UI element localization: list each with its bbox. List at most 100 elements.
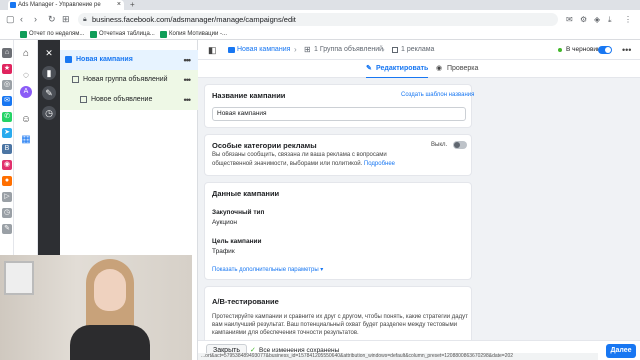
back-icon[interactable]: ‹: [20, 13, 23, 25]
browser-toolbar: ▢ ‹ › ↻ ⊞ 🔒︎ business.facebook.com/adsma…: [0, 10, 640, 29]
tree-item-ad-group[interactable]: Новая группа объявлений •••: [60, 70, 198, 90]
favorites-icon[interactable]: ★: [2, 64, 12, 74]
status-dot-icon: [558, 48, 562, 52]
presenter-face: [94, 269, 126, 311]
menu-icon[interactable]: ⋮: [624, 14, 632, 25]
ab-test-title: A/B-тестирование: [212, 297, 279, 306]
bookmark-item[interactable]: Отчетная таблица...: [90, 30, 155, 39]
status-badge: В черновике: [558, 40, 604, 60]
crumb-ad-group[interactable]: ⊞ 1 Группа объявлений: [304, 40, 383, 60]
special-categories-title: Особые категории рекламы: [212, 141, 317, 150]
eye-icon: ◉: [436, 65, 443, 72]
learn-more-link[interactable]: Подробнее: [364, 161, 395, 167]
campaign-data-title: Данные кампании: [212, 189, 280, 198]
browser-tab[interactable]: Ads Manager - Управление ре ×: [8, 0, 124, 10]
special-categories-toggle[interactable]: [453, 141, 467, 149]
sheets-icon: [20, 31, 27, 38]
more-icon[interactable]: •••: [184, 50, 192, 70]
ad-square-icon: [392, 47, 398, 53]
folder-icon: [228, 47, 235, 53]
collections-icon[interactable]: ◎: [2, 80, 12, 90]
crumb-ad[interactable]: 1 рекламa: [392, 40, 434, 60]
tab-close-icon[interactable]: ×: [117, 0, 121, 10]
forward-icon[interactable]: ›: [34, 13, 37, 25]
tab-edit[interactable]: ✎ Редактировать: [366, 60, 429, 79]
tree-item-campaign[interactable]: Новая кампания •••: [60, 50, 198, 70]
tree-campaign-label: Новая кампания: [76, 56, 133, 63]
edit-pencil-icon[interactable]: ✎: [42, 86, 56, 100]
sidebar-toggle-icon[interactable]: ▢: [6, 13, 15, 25]
next-button[interactable]: Далее: [606, 344, 636, 358]
grid-icon: ⊞: [304, 45, 311, 54]
bookmark-label: Отчет по неделям...: [29, 31, 85, 37]
picture-frame: [4, 261, 34, 295]
more-icon[interactable]: •••: [184, 90, 192, 110]
purchase-type-value[interactable]: Аукцион: [212, 219, 237, 226]
vk-icon[interactable]: В: [2, 144, 12, 154]
extension-icon[interactable]: ◈: [594, 14, 600, 25]
pencil-icon: ✎: [366, 65, 372, 72]
telegram-icon[interactable]: ➤: [2, 128, 12, 138]
folder-icon: [65, 56, 72, 63]
address-bar[interactable]: 🔒︎ business.facebook.com/adsmanager/mana…: [78, 13, 558, 26]
chart-icon[interactable]: ▮: [42, 66, 56, 80]
meta-home-icon[interactable]: ⌂: [20, 48, 32, 60]
settings-icon[interactable]: ⚙: [580, 14, 587, 25]
more-icon[interactable]: •••: [184, 70, 192, 90]
home-icon[interactable]: ⌂: [2, 48, 12, 58]
campaign-name-input[interactable]: Новая кампания: [212, 107, 466, 121]
table-grid-icon[interactable]: ▦: [20, 134, 32, 146]
campaign-name-title: Название кампании: [212, 91, 286, 100]
smile-icon[interactable]: ☺: [20, 114, 32, 126]
account-icon[interactable]: ◌: [20, 70, 32, 82]
tree-ad-label: Новое объявление: [91, 96, 153, 103]
crumb-campaign-label: Новая кампания: [237, 46, 291, 53]
chevron-right-icon: ›: [294, 45, 297, 54]
show-more-params-link[interactable]: Показать дополнительные параметры ▾: [212, 266, 323, 273]
tree-item-ad[interactable]: Новое объявление •••: [60, 90, 198, 110]
campaign-toggle[interactable]: [598, 46, 612, 54]
facebook-favicon-icon: [10, 2, 16, 8]
bookmark-item[interactable]: Отчет по неделям...: [20, 30, 84, 39]
browser-tab-bar: Ads Manager - Управление ре × +: [0, 0, 640, 10]
grid-icon: [72, 76, 79, 83]
crumb-campaign[interactable]: Новая кампания: [228, 40, 290, 60]
tabs-grid-icon[interactable]: ⊞: [62, 13, 70, 25]
mail-icon[interactable]: ✉: [566, 14, 573, 25]
more-icon[interactable]: •••: [622, 40, 631, 60]
ab-test-card: A/B-тестирование Протестируйте кампании …: [204, 286, 472, 340]
download-icon[interactable]: ⤓: [608, 14, 612, 25]
new-tab-button[interactable]: +: [130, 0, 135, 10]
crumb-group-label: 1 Группа объявлений: [314, 46, 384, 53]
avatar[interactable]: A: [20, 86, 32, 98]
main-content: Название кампании Создать шаблон названи…: [198, 78, 640, 340]
campaign-name-card: Название кампании Создать шаблон названи…: [204, 84, 474, 128]
edit-tabs: ✎ Редактировать ◉ Проверка: [198, 60, 640, 79]
special-categories-desc-2: общественной значимости, выборами или по…: [212, 161, 395, 167]
ad-square-icon: [80, 96, 87, 103]
notes-icon[interactable]: ✎: [2, 224, 12, 234]
bookmark-item[interactable]: Копия Мотивации -...: [160, 30, 227, 39]
instagram-icon[interactable]: ◉: [2, 160, 12, 170]
campaign-data-card: Данные кампании Закупочный тип Аукцион Ц…: [204, 182, 472, 280]
close-editor-icon[interactable]: ✕: [42, 46, 56, 60]
history-icon[interactable]: ◷: [2, 208, 12, 218]
odnoklassniki-icon[interactable]: ●: [2, 176, 12, 186]
objective-value[interactable]: Трафик: [212, 248, 235, 255]
ab-test-desc: Протестируйте кампании и сравните их дру…: [212, 314, 468, 336]
tab-preview-label: Проверка: [447, 65, 479, 72]
special-categories-card: Особые категории рекламы Выкл. Вы обязан…: [204, 134, 472, 176]
messenger-icon[interactable]: ✉: [2, 96, 12, 106]
sheets-icon: [90, 31, 97, 38]
tab-title: Ads Manager - Управление ре: [18, 2, 101, 8]
tab-preview[interactable]: ◉ Проверка: [436, 60, 478, 77]
whatsapp-icon[interactable]: ✆: [2, 112, 12, 122]
play-icon[interactable]: ▷: [2, 192, 12, 202]
special-categories-desc-1: Вы обязаны сообщить, связана ли ваша рек…: [212, 152, 387, 158]
clock-icon[interactable]: ◷: [42, 106, 56, 120]
create-name-template-link[interactable]: Создать шаблон названия: [401, 92, 474, 98]
panel-toggle-icon[interactable]: ◧: [208, 40, 217, 60]
reload-icon[interactable]: ↻: [48, 13, 56, 25]
address-url: business.facebook.com/adsmanager/manage/…: [92, 15, 296, 24]
bookmark-label: Копия Мотивации -...: [169, 31, 227, 37]
